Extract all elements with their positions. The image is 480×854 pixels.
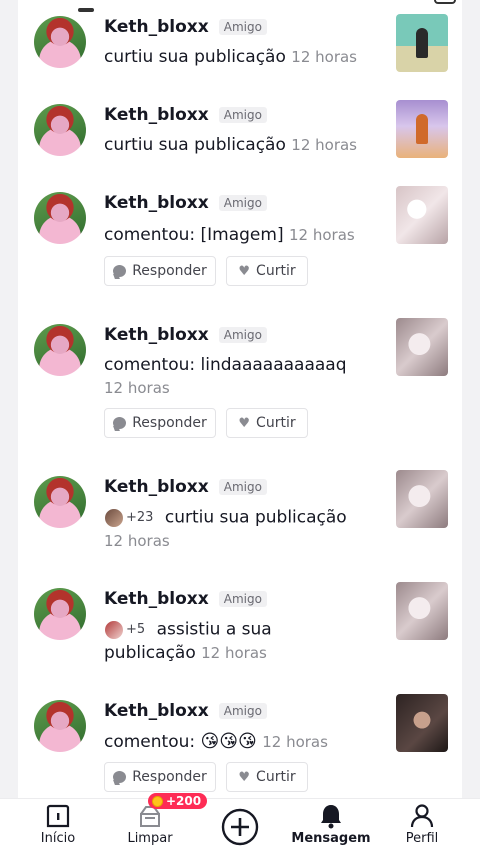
mini-avatar xyxy=(104,619,124,640)
nav-messages-label: Mensagem xyxy=(291,831,371,846)
avatar[interactable] xyxy=(34,192,86,244)
user-name[interactable]: Keth_bloxx xyxy=(104,105,209,125)
user-name[interactable]: Keth_bloxx xyxy=(104,589,209,609)
left-edge xyxy=(0,0,18,854)
like-label: Curtir xyxy=(256,769,296,785)
notification-text: comentou: [Imagem] 12 horas xyxy=(104,224,366,247)
reply-button[interactable]: Responder xyxy=(104,408,216,438)
reply-button[interactable]: Responder xyxy=(104,762,216,792)
action-text: comentou: [Imagem] xyxy=(104,225,284,245)
friend-badge: Amigo xyxy=(218,327,267,343)
notification-text: comentou: lindaaaaaaaaaaq 12 horas xyxy=(104,354,366,400)
friend-badge: Amigo xyxy=(218,195,267,211)
friend-badge: Amigo xyxy=(218,479,267,495)
post-thumbnail[interactable] xyxy=(396,694,448,752)
comment-emojis: 😘😘😘 xyxy=(200,731,257,752)
action-text: curtiu sua publicação xyxy=(104,135,286,155)
heart-icon: ♥ xyxy=(238,415,251,431)
timestamp: 12 horas xyxy=(291,136,357,154)
timestamp: 12 horas xyxy=(262,733,328,751)
clean-reward-badge[interactable]: +200 xyxy=(148,793,208,809)
home-icon xyxy=(46,804,70,828)
avatar[interactable] xyxy=(34,476,86,528)
notification-text: curtiu sua publicação 12 horas xyxy=(104,46,366,69)
like-label: Curtir xyxy=(256,263,296,279)
friend-badge: Amigo xyxy=(218,591,267,607)
action-text: comentou: xyxy=(104,732,196,752)
user-name[interactable]: Keth_bloxx xyxy=(104,701,209,721)
like-button[interactable]: ♥ Curtir xyxy=(226,256,308,286)
post-thumbnail[interactable] xyxy=(396,318,448,376)
other-users-avatars[interactable]: +23 xyxy=(104,506,153,529)
nav-profile-label: Perfil xyxy=(405,831,439,846)
like-label: Curtir xyxy=(256,415,296,431)
reply-label: Responder xyxy=(132,415,207,431)
user-name[interactable]: Keth_bloxx xyxy=(104,477,209,497)
timestamp: 12 horas xyxy=(104,531,170,550)
person-icon xyxy=(410,804,434,828)
post-thumbnail[interactable] xyxy=(396,100,448,158)
post-thumbnail[interactable] xyxy=(396,14,448,72)
thumbnail-figure xyxy=(416,114,428,144)
create-button[interactable] xyxy=(200,803,280,847)
friend-badge: Amigo xyxy=(218,703,267,719)
like-button[interactable]: ♥ Curtir xyxy=(226,762,308,792)
notification-text: +23 curtiu sua publicação 12 horas xyxy=(104,506,366,553)
timestamp: 12 horas xyxy=(289,226,355,244)
plus-icon xyxy=(221,808,259,846)
user-name[interactable]: Keth_bloxx xyxy=(104,325,209,345)
nav-messages[interactable]: Mensagem xyxy=(291,803,371,846)
partial-inbox-icon[interactable] xyxy=(434,0,456,4)
friend-badge: Amigo xyxy=(218,19,267,35)
reply-button[interactable]: Responder xyxy=(104,256,216,286)
nav-home[interactable]: Início xyxy=(18,803,98,846)
action-text: curtiu sua publicação xyxy=(164,507,347,528)
nav-clean-label: Limpar xyxy=(127,831,173,846)
avatar[interactable] xyxy=(34,104,86,156)
avatar[interactable] xyxy=(34,16,86,68)
user-name[interactable]: Keth_bloxx xyxy=(104,17,209,37)
avatar[interactable] xyxy=(34,324,86,376)
notification-text: comentou: 😘😘😘 12 horas xyxy=(104,730,366,754)
mini-avatar xyxy=(104,507,124,528)
timestamp: 12 horas xyxy=(201,643,267,662)
comment-icon xyxy=(113,265,127,277)
nav-profile[interactable]: Perfil xyxy=(382,803,462,846)
bell-icon xyxy=(321,805,341,829)
friend-badge: Amigo xyxy=(218,107,267,123)
comment-icon xyxy=(113,417,127,429)
comment-icon xyxy=(113,771,127,783)
heart-icon: ♥ xyxy=(238,769,251,785)
post-thumbnail[interactable] xyxy=(396,582,448,640)
action-text: comentou: lindaaaaaaaaaaq xyxy=(104,355,347,375)
coin-icon xyxy=(152,795,163,807)
partial-title-fragment xyxy=(78,8,94,12)
nav-home-label: Início xyxy=(40,831,76,846)
like-button[interactable]: ♥ Curtir xyxy=(226,408,308,438)
avatar[interactable] xyxy=(34,700,86,752)
notifications-feed[interactable]: Keth_bloxx Amigo curtiu sua publicação 1… xyxy=(18,0,462,798)
notification-text: +5 assistiu a sua publicação 12 horas xyxy=(104,618,366,665)
timestamp: 12 horas xyxy=(291,48,357,66)
timestamp: 12 horas xyxy=(104,379,170,397)
reward-count: +200 xyxy=(166,794,202,808)
thumbnail-figure xyxy=(416,28,428,58)
others-count: +23 xyxy=(126,510,154,525)
post-thumbnail[interactable] xyxy=(396,470,448,528)
right-edge xyxy=(462,0,480,854)
reply-label: Responder xyxy=(132,769,207,785)
user-name[interactable]: Keth_bloxx xyxy=(104,193,209,213)
avatar[interactable] xyxy=(34,588,86,640)
post-thumbnail[interactable] xyxy=(396,186,448,244)
reply-label: Responder xyxy=(132,263,207,279)
notification-text: curtiu sua publicação 12 horas xyxy=(104,134,366,157)
heart-icon: ♥ xyxy=(238,263,251,279)
others-count: +5 xyxy=(126,622,146,637)
bottom-navigation: Início Limpar +200 Mensagem Perfil xyxy=(0,793,480,854)
nav-clean[interactable]: Limpar xyxy=(110,803,190,846)
action-text: curtiu sua publicação xyxy=(104,47,286,67)
other-users-avatars[interactable]: +5 xyxy=(104,618,145,641)
